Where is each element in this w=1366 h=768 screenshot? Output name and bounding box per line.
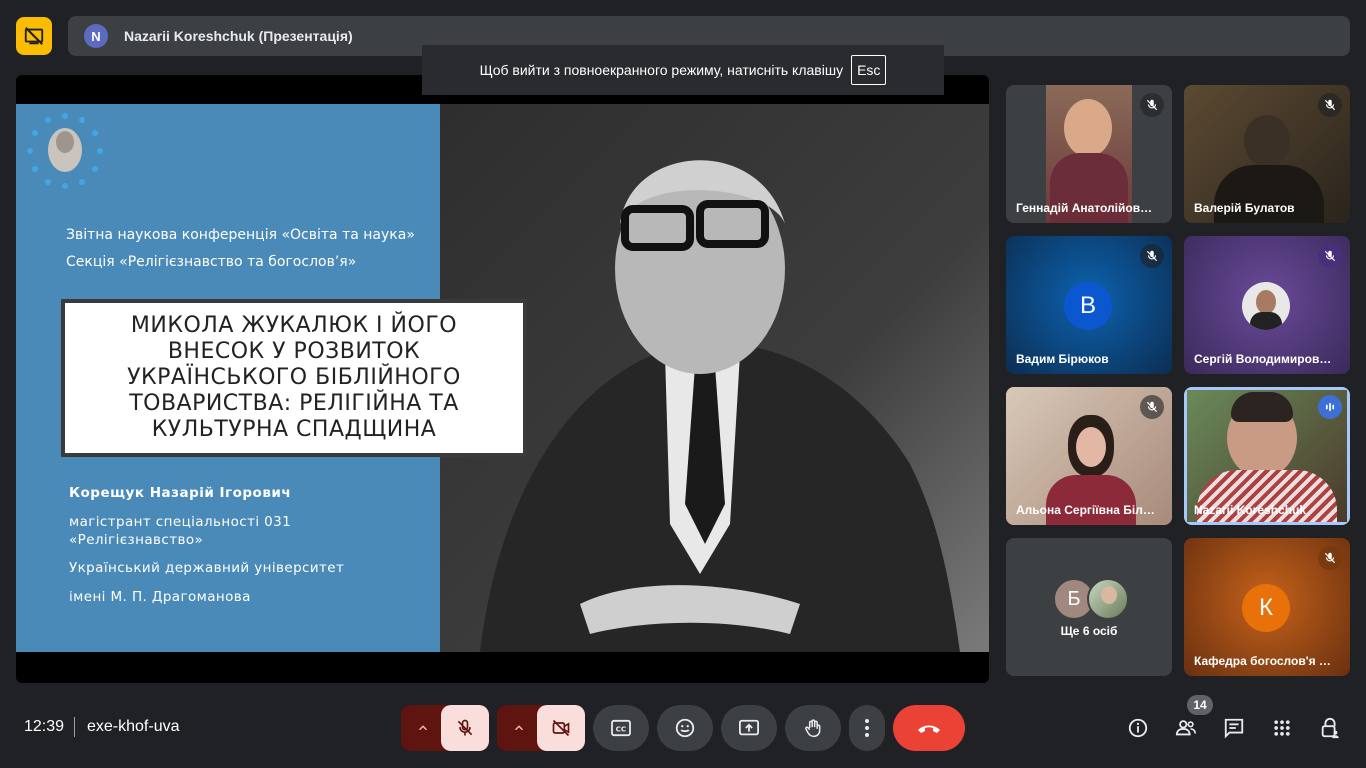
people-icon — [1175, 720, 1196, 736]
esc-key-hint: Esc — [851, 55, 887, 85]
chat-icon — [1224, 718, 1244, 739]
captions-button[interactable]: CC — [593, 705, 649, 751]
presentation-stage: Звітна наукова конференція «Освіта та на… — [16, 75, 989, 683]
participant-name: Вадим Бірюков — [1016, 352, 1109, 366]
mic-off-icon — [1318, 546, 1342, 570]
mic-off-icon — [1140, 395, 1164, 419]
divider — [74, 717, 75, 737]
apps-grid-icon — [1274, 720, 1290, 736]
camera-off-icon — [552, 719, 570, 737]
slide: Звітна наукова конференція «Освіта та на… — [16, 104, 989, 652]
participant-avatar: К — [1242, 584, 1290, 632]
participant-tile[interactable]: Геннадій Анатолійов… — [1006, 85, 1172, 223]
mic-off-icon — [1318, 244, 1342, 268]
clock: 12:39 — [24, 718, 65, 735]
degree-line-2: «Релігієзнавство» — [69, 532, 204, 548]
mic-off-icon — [1140, 244, 1164, 268]
participant-avatar: В — [1064, 282, 1112, 330]
emoji-button[interactable] — [657, 705, 713, 751]
more-vert-icon — [865, 719, 869, 737]
participant-name: Nazarii Koreshchuk — [1194, 503, 1307, 517]
participant-name: Кафедра богослов'я … — [1194, 654, 1331, 668]
toast-text: Щоб вийти з повноекранного режиму, натис… — [479, 62, 844, 78]
participant-avatar — [1242, 282, 1290, 330]
author-name: Корещук Назарій Ігорович — [69, 485, 292, 501]
mic-off-icon — [1140, 93, 1164, 117]
more-participants-tile[interactable]: Б Ще 6 осіб — [1006, 538, 1172, 676]
university-line-2: імені М. П. Драгоманова — [69, 589, 251, 605]
mic-off-icon — [457, 719, 473, 736]
participant-avatar-photo — [1087, 578, 1129, 620]
section-title: Секція «Релігієзнавство та богослов’я» — [66, 254, 357, 270]
participant-name: Сергій Володимиров… — [1194, 352, 1332, 366]
host-controls-button[interactable] — [1310, 706, 1350, 750]
participant-tile[interactable]: Альона Сергіївна Біл… — [1006, 387, 1172, 525]
people-count-badge: 14 — [1187, 695, 1213, 715]
participant-tile[interactable]: Nazarii Koreshchuk — [1184, 387, 1350, 525]
leave-call-button[interactable] — [893, 705, 965, 751]
participant-tile[interactable]: К Кафедра богослов'я … — [1184, 538, 1350, 676]
lock-person-icon — [1321, 717, 1339, 739]
hang-up-icon — [918, 725, 940, 733]
chat-button[interactable] — [1214, 706, 1254, 750]
captions-icon: CC — [611, 719, 631, 737]
mic-toggle-button[interactable] — [441, 705, 489, 751]
participant-name: Валерій Булатов — [1194, 201, 1295, 215]
svg-text:CC: CC — [616, 725, 627, 734]
participant-tile[interactable]: Валерій Булатов — [1184, 85, 1350, 223]
participant-tile[interactable]: Сергій Володимиров… — [1184, 236, 1350, 374]
speaking-indicator-icon — [1318, 395, 1342, 419]
slide-title-box: МИКОЛА ЖУКАЛЮК І ЙОГО ВНЕСОК У РОЗВИТОК … — [61, 299, 527, 457]
stop-presenting-icon[interactable] — [16, 17, 52, 55]
mic-off-icon — [1318, 93, 1342, 117]
emoji-icon — [675, 718, 695, 738]
hand-icon — [805, 719, 821, 738]
degree-line-1: магістрант спеціальності 031 — [69, 514, 292, 530]
mic-options-chevron-icon[interactable] — [401, 705, 445, 751]
camera-options-chevron-icon[interactable] — [497, 705, 541, 751]
present-screen-icon — [739, 719, 759, 736]
fullscreen-toast: Щоб вийти з повноекранного режиму, натис… — [422, 45, 944, 95]
participant-name: Альона Сергіївна Біл… — [1016, 503, 1155, 517]
camera-toggle-button[interactable] — [537, 705, 585, 751]
presenter-name: Nazarii Koreshchuk (Презентація) — [124, 28, 353, 44]
university-line-1: Український державний університет — [69, 560, 345, 576]
degree-text: магістрант спеціальності 031 «Релігієзна… — [69, 513, 291, 549]
conference-title: Звітна наукова конференція «Освіта та на… — [66, 227, 415, 243]
more-options-button[interactable] — [849, 705, 885, 751]
raise-hand-button[interactable] — [785, 705, 841, 751]
activities-button[interactable] — [1262, 706, 1302, 750]
university-logo — [22, 108, 108, 194]
present-button[interactable] — [721, 705, 777, 751]
participant-tile[interactable]: В Вадим Бірюков — [1006, 236, 1172, 374]
more-participants-label: Ще 6 осіб — [1060, 624, 1118, 638]
meeting-details-button[interactable] — [1118, 706, 1158, 750]
presenter-avatar: N — [84, 24, 108, 48]
info-icon — [1128, 718, 1148, 738]
meeting-code: exe-khof-uva — [87, 718, 180, 735]
participant-name: Геннадій Анатолійов… — [1016, 201, 1153, 215]
slide-title: МИКОЛА ЖУКАЛЮК І ЙОГО ВНЕСОК У РОЗВИТОК … — [127, 313, 461, 442]
